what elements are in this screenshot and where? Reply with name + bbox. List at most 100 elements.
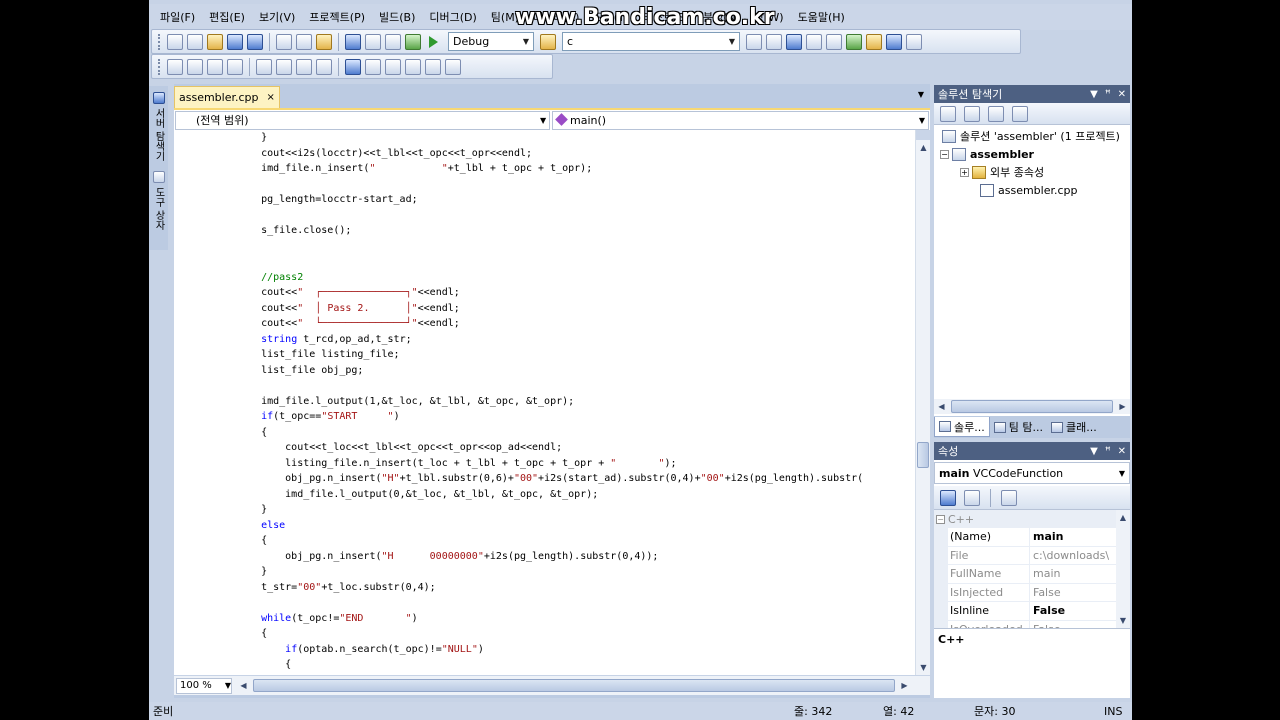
- previous-bookmark-folder-icon[interactable]: [405, 58, 421, 75]
- save-all-icon[interactable]: [247, 33, 263, 50]
- close-icon[interactable]: ✕: [1118, 89, 1126, 100]
- toolbox-icon[interactable]: [826, 33, 842, 50]
- server-explorer-tab[interactable]: 서버 탐색기: [150, 88, 167, 165]
- scroll-left-icon[interactable]: ◀: [236, 678, 251, 693]
- scroll-left-icon[interactable]: ◀: [934, 399, 949, 414]
- scroll-down-icon[interactable]: ▼: [1116, 613, 1130, 628]
- add-item-icon[interactable]: [187, 33, 203, 50]
- menu-help[interactable]: 도움말(H): [791, 9, 852, 25]
- property-value[interactable]: main: [1030, 528, 1130, 546]
- object-member-list-icon[interactable]: [167, 58, 183, 75]
- property-row[interactable]: IsOverloadedFalse: [934, 620, 1130, 628]
- window-position-icon[interactable]: ▼: [1090, 446, 1098, 457]
- redo-icon[interactable]: [365, 33, 381, 50]
- split-handle[interactable]: [916, 130, 930, 140]
- property-row[interactable]: IsInjected False: [934, 583, 1130, 602]
- start-debugging-icon[interactable]: [429, 35, 438, 48]
- menu-view[interactable]: 보기(V): [252, 9, 302, 25]
- chevron-down-icon[interactable]: ▼: [519, 33, 533, 50]
- next-bookmark-folder-icon[interactable]: [425, 58, 441, 75]
- save-icon[interactable]: [227, 33, 243, 50]
- solution-explorer-icon[interactable]: [766, 33, 782, 50]
- comment-out-icon[interactable]: [296, 58, 312, 75]
- clear-bookmarks-icon[interactable]: [445, 58, 461, 75]
- find-in-files-icon[interactable]: [540, 33, 556, 50]
- property-row[interactable]: File c:\downloads\: [934, 546, 1130, 565]
- close-icon[interactable]: ✕: [1118, 446, 1126, 457]
- scroll-right-icon[interactable]: ▶: [897, 678, 912, 693]
- menu-project[interactable]: 프로젝트(P): [302, 9, 372, 25]
- auto-hide-pin-icon[interactable]: ꟸ: [1105, 446, 1111, 457]
- property-value[interactable]: main: [1030, 565, 1130, 583]
- chevron-down-icon[interactable]: ▼: [916, 116, 928, 125]
- collapse-icon[interactable]: −: [940, 149, 949, 159]
- auto-hide-pin-icon[interactable]: ꟸ: [1105, 89, 1111, 100]
- scroll-down-icon[interactable]: ▼: [916, 660, 930, 675]
- vertical-scroll-thumb[interactable]: [917, 442, 929, 468]
- next-bookmark-icon[interactable]: [385, 58, 401, 75]
- toolbox-tab[interactable]: 도구 상자: [150, 167, 167, 234]
- increase-indent-icon[interactable]: [276, 58, 292, 75]
- alphabetical-icon[interactable]: [964, 489, 980, 506]
- scroll-up-icon[interactable]: ▲: [916, 140, 930, 155]
- solution-horizontal-scrollbar[interactable]: ◀ ▶: [934, 399, 1130, 414]
- horizontal-scrollbar[interactable]: ◀ ▶: [236, 678, 912, 693]
- find-icon[interactable]: [746, 33, 762, 50]
- tree-item-solution[interactable]: 솔루션 'assembler' (1 프로젝트): [934, 127, 1130, 145]
- property-pages-icon[interactable]: [1001, 489, 1017, 506]
- undo-icon[interactable]: [345, 33, 361, 50]
- tab-team-explorer[interactable]: 팀 탐...: [990, 417, 1047, 437]
- previous-bookmark-icon[interactable]: [365, 58, 381, 75]
- open-file-icon[interactable]: [207, 33, 223, 50]
- property-value[interactable]: False: [1030, 584, 1130, 602]
- properties-object-combo[interactable]: main VCCodeFunction ▼: [934, 462, 1130, 484]
- toolbar-grip[interactable]: [158, 33, 161, 50]
- property-row[interactable]: FullName main: [934, 565, 1130, 584]
- property-value[interactable]: False: [1030, 621, 1130, 628]
- property-row[interactable]: (Name) main: [934, 528, 1130, 547]
- toggle-bookmark-icon[interactable]: [345, 58, 361, 75]
- categorized-icon[interactable]: [940, 489, 956, 506]
- menu-build[interactable]: 빌드(B): [372, 9, 422, 25]
- scroll-right-icon[interactable]: ▶: [1115, 399, 1130, 414]
- horizontal-scroll-thumb[interactable]: [253, 679, 895, 692]
- class-diagram-icon[interactable]: [1012, 105, 1028, 122]
- start-page-icon[interactable]: [846, 33, 862, 50]
- vertical-scrollbar[interactable]: ▲ ▼: [915, 130, 930, 675]
- collapse-icon[interactable]: −: [936, 514, 945, 524]
- close-icon[interactable]: ×: [267, 92, 275, 103]
- solution-scroll-thumb[interactable]: [951, 400, 1113, 413]
- menu-edit[interactable]: 편집(E): [202, 9, 252, 25]
- active-files-dropdown-icon[interactable]: ▼: [918, 90, 924, 99]
- toolbar-options-icon[interactable]: [906, 33, 922, 50]
- property-value[interactable]: c:\downloads\: [1030, 547, 1130, 565]
- tree-item-project[interactable]: − assembler: [934, 145, 1130, 163]
- tab-class-view[interactable]: 클래...: [1047, 417, 1101, 437]
- properties-window-icon[interactable]: [786, 33, 802, 50]
- decrease-indent-icon[interactable]: [256, 58, 272, 75]
- expand-icon[interactable]: +: [960, 167, 969, 177]
- cut-icon[interactable]: [276, 33, 292, 50]
- scope-combo[interactable]: (전역 범위) ▼: [175, 110, 551, 130]
- chevron-down-icon[interactable]: ▼: [225, 681, 231, 690]
- tree-item-external-dependencies[interactable]: + 외부 종속성: [934, 163, 1130, 181]
- chevron-down-icon[interactable]: ▼: [1115, 469, 1129, 478]
- code-text-area[interactable]: } cout<<i2s(locctr)<<t_lbl<<t_opc<<t_opr…: [174, 130, 930, 675]
- menu-debug[interactable]: 디버그(D): [422, 9, 483, 25]
- navigate-forward-icon[interactable]: [405, 33, 421, 50]
- object-browser-icon[interactable]: [806, 33, 822, 50]
- toolbar-grip[interactable]: [158, 58, 161, 75]
- scroll-up-icon[interactable]: ▲: [1116, 510, 1130, 525]
- property-row[interactable]: IsInline False: [934, 602, 1130, 621]
- menu-file[interactable]: 파일(F): [153, 9, 202, 25]
- paste-icon[interactable]: [316, 33, 332, 50]
- properties-vertical-scrollbar[interactable]: ▲ ▼: [1116, 510, 1130, 628]
- navigate-backward-icon[interactable]: [385, 33, 401, 50]
- member-combo[interactable]: main() ▼: [552, 110, 929, 130]
- copy-icon[interactable]: [296, 33, 312, 50]
- chevron-down-icon[interactable]: ▼: [725, 33, 739, 50]
- properties-icon[interactable]: [940, 105, 956, 122]
- command-window-icon[interactable]: [886, 33, 902, 50]
- property-category[interactable]: − C++: [934, 510, 1130, 528]
- zoom-combo[interactable]: 100 % ▼: [176, 677, 232, 694]
